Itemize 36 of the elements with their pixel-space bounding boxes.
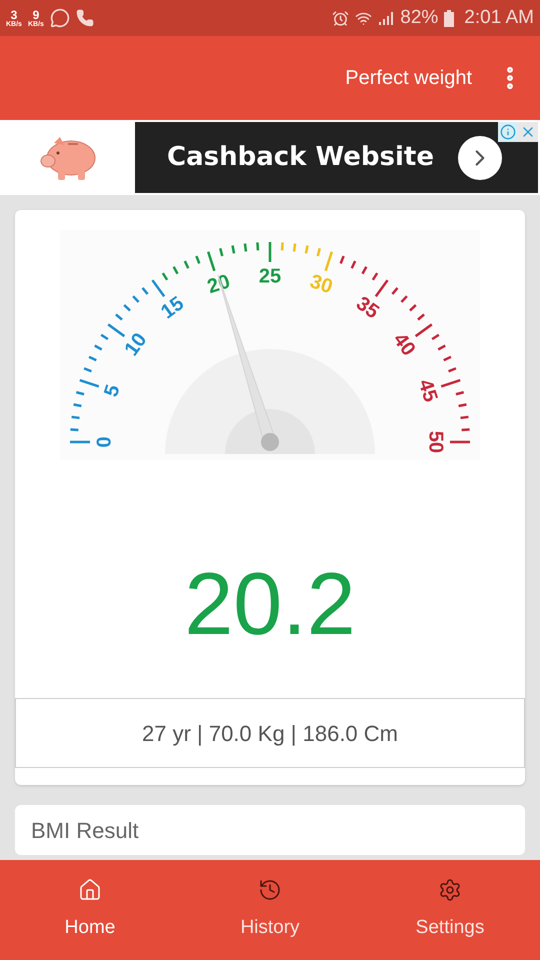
perfect-weight-button[interactable]: Perfect weight [345, 63, 472, 93]
info-icon [500, 124, 516, 140]
gauge-label: 50 [424, 430, 447, 454]
nav-tab[interactable]: History [180, 860, 360, 960]
chat-icon [50, 8, 70, 28]
ad-banner[interactable]: Cashback Website [0, 120, 540, 195]
ad-arrow-button[interactable] [458, 136, 502, 180]
gauge-label: 35 [352, 292, 383, 324]
result-title: BMI Result [31, 816, 139, 844]
network-speed-value: 3 [10, 8, 18, 20]
gauge-label: 25 [258, 265, 282, 288]
phone-icon [76, 9, 94, 27]
gauge-label: 30 [307, 270, 336, 298]
ad-headline: Cashback Website [167, 141, 434, 174]
gauge-label: 45 [414, 376, 442, 405]
battery-icon [444, 10, 454, 26]
network-speed-value: 9 [32, 8, 40, 20]
gauge-label: 40 [388, 329, 420, 360]
gauge-label: 10 [120, 329, 152, 360]
nav-tab[interactable]: Home [0, 860, 180, 960]
gauge-label: 15 [157, 292, 188, 324]
signal-icon [378, 11, 394, 25]
bmi-value: 20.2 [184, 560, 356, 648]
user-details: 27 yr | 70.0 Kg | 186.0 Cm [142, 720, 398, 748]
nav-tab[interactable]: Settings [360, 860, 540, 960]
settings-icon [438, 878, 462, 902]
needle-pivot [261, 433, 279, 451]
gauge-label: 0 [93, 436, 116, 448]
alarm-icon [332, 10, 350, 26]
gauge-label: 5 [100, 382, 125, 400]
clock-time: 2:01 AM [464, 6, 534, 30]
battery-percent: 82% [400, 6, 438, 30]
ad-info-button[interactable] [498, 122, 518, 142]
ad-close-button[interactable] [518, 122, 538, 142]
history-icon [258, 878, 282, 902]
home-icon [78, 878, 102, 902]
